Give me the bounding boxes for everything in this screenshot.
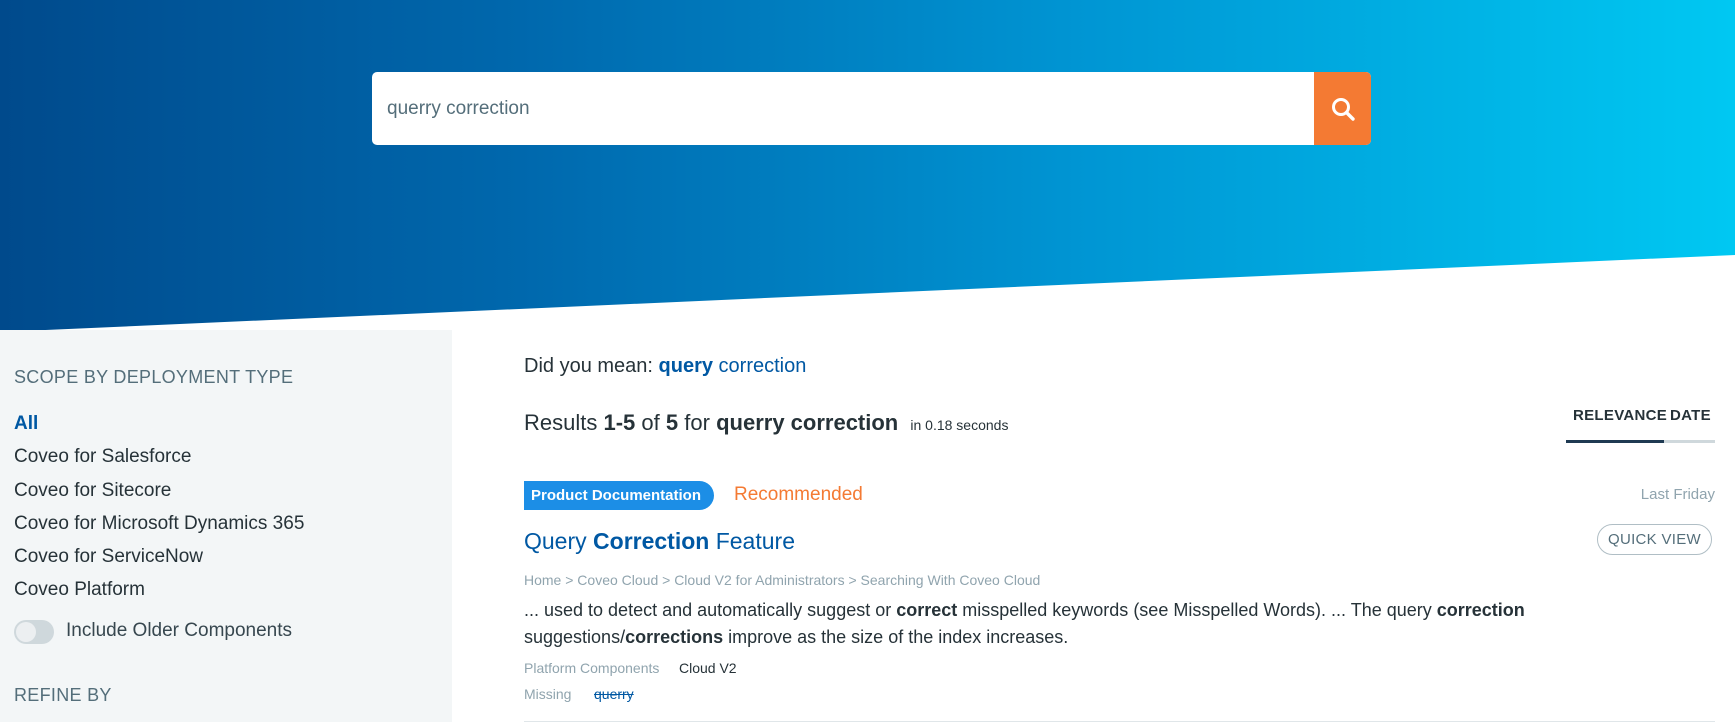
search-button[interactable] [1314, 72, 1371, 145]
excerpt-text: misspelled keywords (see Misspelled Word… [957, 600, 1437, 620]
source-badge: Product Documentation [524, 481, 715, 510]
result-excerpt: ... used to detect and automatically sug… [524, 597, 1554, 651]
sort-relevance-tab[interactable]: RELEVANCE [1573, 407, 1667, 424]
field-label-platform-components: Platform Components [524, 660, 660, 676]
of-word: of [641, 410, 660, 435]
scope-item-sitecore[interactable]: Coveo for Sitecore [14, 480, 171, 502]
scope-item-all[interactable]: All [14, 413, 38, 435]
excerpt-text: improve as the size of the index increas… [723, 627, 1069, 647]
results-range: 1-5 [603, 410, 636, 435]
scope-item-dynamics[interactable]: Coveo for Microsoft Dynamics 365 [14, 513, 304, 535]
excerpt-highlight: correction [1436, 600, 1525, 620]
search-box [372, 72, 1371, 145]
result-breadcrumb: Home > Coveo Cloud > Cloud V2 for Admini… [524, 572, 1041, 588]
scope-item-salesforce[interactable]: Coveo for Salesforce [14, 446, 191, 468]
missing-label: Missing [524, 686, 572, 702]
title-part: Query [524, 528, 594, 554]
did-you-mean: Did you mean: query correction [524, 355, 806, 378]
excerpt-text: suggestions/ [524, 627, 626, 647]
excerpt-highlight: correct [896, 600, 958, 620]
result-date: Last Friday [1640, 486, 1715, 503]
field-value-platform-components: Cloud V2 [679, 660, 737, 676]
include-older-label: Include Older Components [66, 620, 293, 641]
results-summary: Results 1-5 of 5 for querry correction i… [524, 410, 1008, 436]
scope-item-servicenow[interactable]: Coveo for ServiceNow [14, 546, 203, 568]
excerpt-highlight: corrections [625, 627, 724, 647]
results-query: querry correction [716, 410, 899, 435]
toggle-knob [16, 622, 36, 642]
sort-active-indicator [1566, 440, 1664, 443]
sort-date-tab[interactable]: DATE [1670, 407, 1711, 424]
results-word: Results [524, 410, 598, 435]
suggestion-rest: correction [712, 355, 807, 377]
recommended-label: Recommended [734, 484, 863, 505]
missing-term: querry [594, 686, 634, 702]
excerpt-text: ... used to detect and automatically sug… [524, 600, 897, 620]
did-you-mean-suggestion-link[interactable]: query correction [659, 355, 807, 377]
title-highlight: Correction [593, 528, 710, 554]
title-part: Feature [709, 528, 795, 554]
corrected-word: query [658, 355, 713, 377]
refine-section-title: REFINE BY [14, 685, 112, 705]
results-total: 5 [665, 410, 679, 435]
did-you-mean-prefix: Did you mean: [524, 355, 659, 377]
scope-item-platform[interactable]: Coveo Platform [14, 579, 145, 601]
query-duration: in 0.18 seconds [910, 417, 1009, 433]
result-title-link[interactable]: Query Correction Feature [524, 528, 795, 555]
for-word: for [684, 410, 710, 435]
scope-section-title: SCOPE BY DEPLOYMENT TYPE [14, 367, 294, 387]
include-older-toggle[interactable] [14, 620, 54, 644]
quick-view-button[interactable]: QUICK VIEW [1597, 524, 1712, 555]
hero-banner [0, 0, 1735, 332]
search-input[interactable] [372, 72, 1314, 145]
search-icon [1331, 97, 1355, 121]
